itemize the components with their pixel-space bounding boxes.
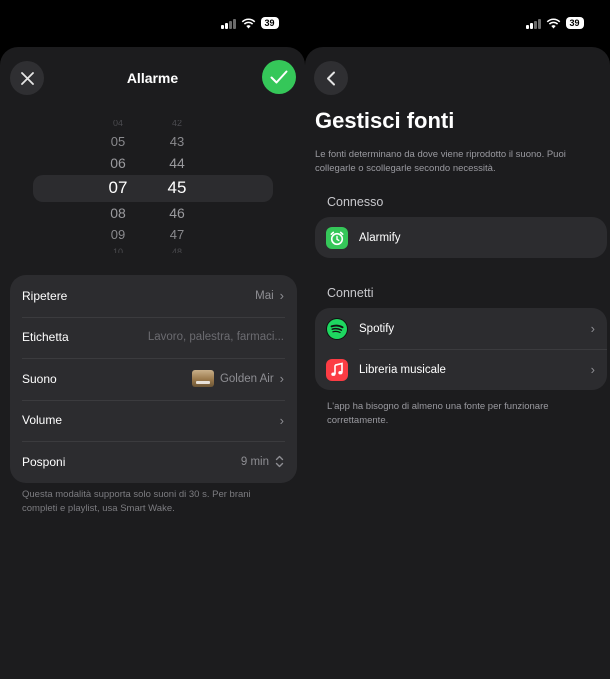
volume-row[interactable]: Volume › [10,399,297,442]
sound-artwork [191,370,214,388]
connect-section-header: Connetti [327,286,374,300]
alarm-screen: 39 Allarme 04 05 06 07 08 09 10 42 43 44… [0,0,305,679]
source-item-music-library[interactable]: Libreria musicale › [315,349,607,390]
source-item-alarmify[interactable]: Alarmify [315,217,607,258]
available-sources-list: Spotify › Libreria musicale › [315,308,607,390]
row-label: Suono [22,371,57,386]
status-bar: 39 [526,14,584,32]
sound-mode-note: Questa modalità supporta solo suoni di 3… [22,489,251,514]
music-note-icon [326,358,348,381]
sources-footnote: L'app ha bisogno di almeno una fonte per… [327,401,549,426]
minute-option: 47 [169,227,185,242]
wifi-icon [546,17,560,29]
hour-option: 05 [110,134,126,149]
status-bar: 39 [221,14,279,32]
minute-option: 46 [169,205,185,221]
battery-indicator: 39 [260,17,279,29]
battery-indicator: 39 [565,17,584,29]
source-item-spotify[interactable]: Spotify › [315,308,607,349]
row-label: Volume [22,413,63,428]
label-input[interactable]: Lavoro, palestra, farmaci... [148,331,284,343]
back-button[interactable] [314,61,348,95]
hour-option: 08 [110,205,126,221]
spotify-icon [326,317,348,340]
page-description: Le fonti determinano da dove viene ripro… [315,149,566,174]
source-label: Alarmify [359,231,401,244]
minute-option: 42 [171,120,182,128]
selected-minute: 45 [167,178,187,197]
hour-option: 04 [112,120,123,128]
minute-option: 44 [169,155,185,171]
cellular-signal-icon [526,18,541,29]
row-label: Posponi [22,454,66,469]
selected-hour: 07 [108,178,128,197]
minute-option: 48 [171,247,182,253]
wifi-icon [241,17,255,29]
connected-sources-list: Alarmify [315,217,607,258]
page-title: Allarme [126,70,179,86]
snooze-row[interactable]: Posponi 9 min [10,441,297,483]
source-label: Spotify [359,322,395,335]
chevron-left-icon [327,71,335,85]
hour-option: 06 [110,155,126,171]
alarm-clock-icon [326,226,348,249]
minute-option: 43 [169,134,185,149]
snooze-value: 9 min [240,455,269,468]
sound-value: Golden Air [219,372,274,385]
cellular-signal-icon [221,18,236,29]
label-row[interactable]: Etichetta Lavoro, palestra, farmaci... [10,316,297,359]
hour-option: 09 [110,227,126,242]
page-title: Gestisci fonti [315,108,455,133]
sources-screen: 39 Gestisci fonti Le fonti determinano d… [305,0,610,679]
chevron-right-icon: › [279,371,284,387]
alarm-settings-list: Ripetere Mai › Etichetta Lavoro, palestra… [10,275,297,483]
row-label: Ripetere [22,288,68,303]
chevron-right-icon: › [279,412,284,428]
sound-row[interactable]: Suono Golden Air › [10,358,297,400]
hour-option: 10 [112,247,123,253]
repeat-value: Mai [255,289,274,302]
time-picker-selection [33,175,273,202]
chevron-right-icon: › [279,288,284,304]
chevron-up-down-icon [275,456,284,468]
chevron-right-icon: › [590,362,595,377]
connected-section-header: Connesso [327,195,384,209]
row-label: Etichetta [22,330,69,345]
repeat-row[interactable]: Ripetere Mai › [10,275,297,317]
source-label: Libreria musicale [359,363,446,376]
chevron-right-icon: › [590,321,595,336]
